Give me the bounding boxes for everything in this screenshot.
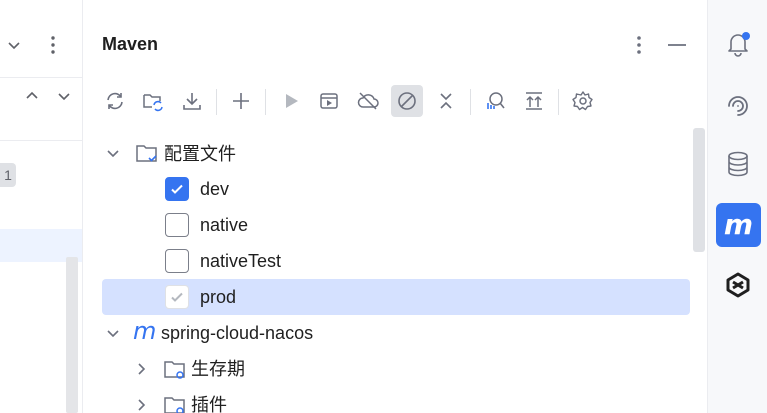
tree-node-label: spring-cloud-nacos	[161, 323, 314, 343]
toolbar-separator	[470, 89, 471, 115]
toolbar-separator	[216, 89, 217, 115]
chevron-up-icon[interactable]	[24, 88, 40, 104]
tree-node-label: 插件	[191, 395, 227, 413]
skip-tests-icon[interactable]	[391, 85, 423, 117]
more-vertical-icon[interactable]	[628, 34, 650, 56]
lifecycle-folder-icon	[164, 361, 185, 379]
chevron-down-icon[interactable]	[105, 145, 121, 161]
maven-tool-window: Maven 配置文件 dev native nativeTest prod m …	[82, 0, 708, 413]
plugins-folder-icon	[164, 397, 185, 413]
tree-node-profiles[interactable]: 配置文件	[83, 135, 709, 171]
profile-row[interactable]: nativeTest	[83, 243, 709, 279]
chevron-down-icon[interactable]	[6, 37, 22, 53]
profile-checkbox[interactable]	[165, 249, 189, 273]
collapse-all-icon[interactable]	[430, 85, 462, 117]
show-dependencies-icon[interactable]	[518, 85, 550, 117]
tree-node-project[interactable]: m spring-cloud-nacos	[83, 315, 709, 351]
download-icon[interactable]	[176, 85, 208, 117]
toolbar-separator	[558, 89, 559, 115]
notifications-icon[interactable]	[718, 24, 758, 64]
panel-title: Maven	[102, 34, 159, 54]
maven-toolbar	[83, 82, 709, 122]
editor-tab-bar	[0, 0, 82, 78]
ai-assistant-icon[interactable]	[718, 86, 758, 126]
chevron-right-icon[interactable]	[133, 361, 149, 377]
toolbar-separator	[265, 89, 266, 115]
maven-letter: m	[723, 208, 754, 241]
offline-mode-icon[interactable]	[352, 85, 384, 117]
chevron-down-icon[interactable]	[105, 325, 121, 341]
run-icon[interactable]	[275, 85, 307, 117]
database-icon[interactable]	[718, 144, 758, 184]
editor-scrollbar[interactable]	[66, 257, 78, 413]
tree-node-plugins[interactable]: 插件	[83, 387, 709, 413]
check-icon	[171, 184, 183, 194]
tree-node-lifecycle[interactable]: 生存期	[83, 351, 709, 387]
check-icon	[171, 292, 183, 302]
profile-checkbox[interactable]	[165, 285, 189, 309]
profile-label: nativeTest	[200, 251, 282, 271]
maven-icon[interactable]: m	[716, 203, 761, 247]
chevron-down-icon[interactable]	[56, 88, 72, 104]
profiles-folder-icon	[136, 145, 157, 162]
find-bar: 1	[0, 78, 82, 187]
profile-row-selected[interactable]: prod	[83, 279, 709, 315]
profile-checkbox[interactable]	[165, 177, 189, 201]
app-logo-icon[interactable]	[718, 265, 758, 305]
add-icon[interactable]	[225, 85, 257, 117]
match-count-badge: 1	[0, 163, 16, 187]
profile-checkbox[interactable]	[165, 213, 189, 237]
right-tool-strip: m	[708, 0, 767, 413]
profile-row[interactable]: dev	[83, 171, 709, 207]
analyze-dependencies-icon[interactable]	[479, 85, 511, 117]
minimize-icon[interactable]	[666, 34, 688, 56]
selection-highlight	[102, 279, 690, 315]
profile-label: dev	[200, 179, 230, 199]
profile-label: prod	[200, 287, 237, 307]
profile-row[interactable]: native	[83, 207, 709, 243]
tree-node-label: 配置文件	[164, 144, 236, 164]
more-vertical-icon[interactable]	[45, 35, 61, 55]
execute-goal-icon[interactable]	[313, 85, 345, 117]
profile-label: native	[200, 215, 249, 235]
tree-node-label: 生存期	[191, 359, 245, 379]
settings-icon[interactable]	[567, 85, 599, 117]
chevron-right-icon[interactable]	[133, 397, 149, 413]
reload-all-icon[interactable]	[99, 85, 131, 117]
reload-generate-icon[interactable]	[137, 85, 169, 117]
maven-project-icon: m	[133, 317, 157, 345]
editor-edge: 1	[0, 0, 82, 413]
